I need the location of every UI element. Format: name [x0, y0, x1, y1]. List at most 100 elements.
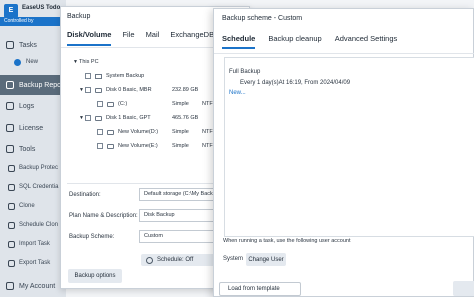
dialog-title: Backup: [67, 13, 91, 20]
tree-node-label: This PC: [79, 59, 99, 65]
disk-icon: [95, 87, 102, 93]
sidebar-item-sql-credential[interactable]: SQL Credentia: [0, 177, 66, 197]
sidebar-item-logs[interactable]: Logs: [0, 96, 66, 116]
tab-mail[interactable]: Mail: [146, 30, 160, 46]
tree-node-label: New Volume(D:): [118, 129, 159, 135]
sidebar-item-clone[interactable]: Clone: [0, 196, 66, 216]
clone-icon: [8, 202, 15, 210]
sidebar-item-label: SQL Credentia: [19, 184, 59, 190]
disk-size: 465.76 GB: [172, 115, 199, 121]
checkbox[interactable]: [97, 143, 103, 149]
sidebar-item-label: Logs: [19, 102, 35, 110]
tree-node-volume-c[interactable]: (C:): [97, 99, 127, 109]
load-from-template-button[interactable]: Load from template: [219, 282, 301, 296]
tab-disk-volume[interactable]: Disk/Volume: [67, 30, 112, 46]
backup-scheme-label: Backup Scheme:: [69, 234, 115, 240]
destination-label: Destination:: [69, 192, 101, 198]
tree-node-this-pc[interactable]: ▼ This PC: [73, 57, 99, 67]
tree-node-disk-1[interactable]: ▼ Disk 1 Basic, GPT: [79, 113, 151, 123]
disk-size: 232.89 GB: [172, 87, 199, 93]
app-logo: E: [4, 4, 18, 18]
schedule-entry[interactable]: Every 1 day(s)At 16:19, From 2024/04/09: [240, 80, 350, 86]
sidebar-item-license[interactable]: License: [0, 118, 66, 138]
sidebar-item-label: Tasks: [19, 41, 37, 49]
tree-node-label: New Volume(E:): [118, 143, 158, 149]
checkbox[interactable]: [85, 73, 91, 79]
tab-file[interactable]: File: [122, 30, 134, 46]
backup-source-tabs: Disk/Volume File Mail ExchangeDB: [67, 30, 225, 46]
schedule-list[interactable]: Full Backup Every 1 day(s)At 16:19, From…: [224, 57, 474, 237]
sidebar-item-schedule-clone[interactable]: Schedule Clon: [0, 215, 66, 235]
plan-name-label: Plan Name & Description:: [69, 213, 138, 219]
volume-type: Simple: [172, 129, 189, 135]
sidebar-item-tools[interactable]: Tools: [0, 139, 66, 159]
new-schedule-link[interactable]: New...: [229, 90, 246, 96]
repository-icon: [6, 81, 14, 89]
sidebar-item-label: Export Task: [19, 260, 51, 266]
license-icon: [6, 124, 14, 132]
checkbox[interactable]: [97, 129, 103, 135]
tree-node-volume-d[interactable]: New Volume(D:): [97, 127, 158, 137]
volume-icon: [107, 101, 114, 107]
tree-node-label: System Backup: [106, 73, 145, 79]
sidebar-item-label: Clone: [19, 203, 35, 209]
sidebar-item-label: Schedule Clon: [19, 222, 59, 228]
volume-type: Simple: [172, 101, 189, 107]
export-icon: [8, 259, 15, 267]
sidebar-item-label: New: [26, 59, 39, 65]
schedule-clone-icon: [8, 221, 15, 229]
sidebar-item-backup-repos[interactable]: Backup Repos: [0, 75, 66, 95]
dialog-title: Backup scheme - Custom: [222, 15, 303, 22]
license-badge: Controlled by: [0, 17, 66, 26]
ok-button[interactable]: [453, 281, 474, 296]
tab-advanced-settings[interactable]: Advanced Settings: [335, 34, 398, 49]
sidebar-item-label: My Account: [19, 282, 56, 290]
sidebar: E EaseUS Todo Controlled by Tasks New Ba…: [0, 0, 66, 297]
import-icon: [8, 240, 15, 248]
sidebar-item-my-account[interactable]: My Account: [0, 276, 66, 296]
backup-options-button[interactable]: Backup options: [68, 269, 122, 283]
account-value: System: [223, 256, 244, 262]
tools-icon: [6, 145, 14, 153]
sidebar-item-backup-protect[interactable]: Backup Protec: [0, 158, 66, 178]
scheme-tabs: Schedule Backup cleanup Advanced Setting…: [222, 34, 410, 49]
checkbox[interactable]: [85, 87, 91, 93]
sidebar-item-label: Import Task: [19, 241, 50, 247]
sidebar-item-label: Backup Repos: [19, 81, 65, 89]
tree-node-label: Disk 1 Basic, GPT: [106, 115, 151, 121]
checkbox[interactable]: [85, 115, 91, 121]
tab-schedule[interactable]: Schedule: [222, 34, 256, 49]
account-icon: [6, 282, 14, 290]
tree-node-system-backup[interactable]: System Backup: [85, 71, 144, 81]
sidebar-item-label: Backup Protec: [19, 165, 59, 171]
checkbox[interactable]: [97, 101, 103, 107]
logs-icon: [6, 102, 14, 110]
volume-icon: [107, 129, 114, 135]
app-title: EaseUS Todo: [22, 5, 61, 11]
clock-icon: [146, 256, 153, 264]
shield-icon: [8, 164, 15, 172]
tree-node-volume-e[interactable]: New Volume(E:): [97, 141, 158, 151]
tab-exchangedb[interactable]: ExchangeDB: [170, 30, 214, 46]
tab-backup-cleanup[interactable]: Backup cleanup: [268, 34, 321, 49]
tree-node-label: Disk 0 Basic, MBR: [106, 87, 152, 93]
sidebar-item-import-task[interactable]: Import Task: [0, 234, 66, 254]
backup-scheme-dialog: Backup scheme - Custom Schedule Backup c…: [213, 8, 474, 297]
schedule-label: Schedule: Off: [157, 257, 194, 263]
volume-icon: [107, 143, 114, 149]
sidebar-item-tasks[interactable]: Tasks: [0, 35, 66, 55]
schedule-heading: Full Backup: [229, 69, 261, 75]
sidebar-item-new[interactable]: New: [0, 54, 66, 70]
disk-icon: [95, 115, 102, 121]
tree-node-label: (C:): [118, 101, 128, 107]
tree-node-disk-0[interactable]: ▼ Disk 0 Basic, MBR: [79, 85, 152, 95]
tasks-icon: [6, 41, 14, 49]
change-user-button[interactable]: Change User: [246, 253, 286, 266]
system-icon: [95, 73, 102, 79]
sidebar-item-label: Tools: [19, 145, 36, 153]
sidebar-item-export-task[interactable]: Export Task: [0, 253, 66, 273]
user-account-note: When running a task, use the following u…: [223, 238, 351, 244]
plus-icon: [14, 58, 21, 66]
database-icon: [8, 183, 15, 191]
divider: [214, 53, 474, 54]
